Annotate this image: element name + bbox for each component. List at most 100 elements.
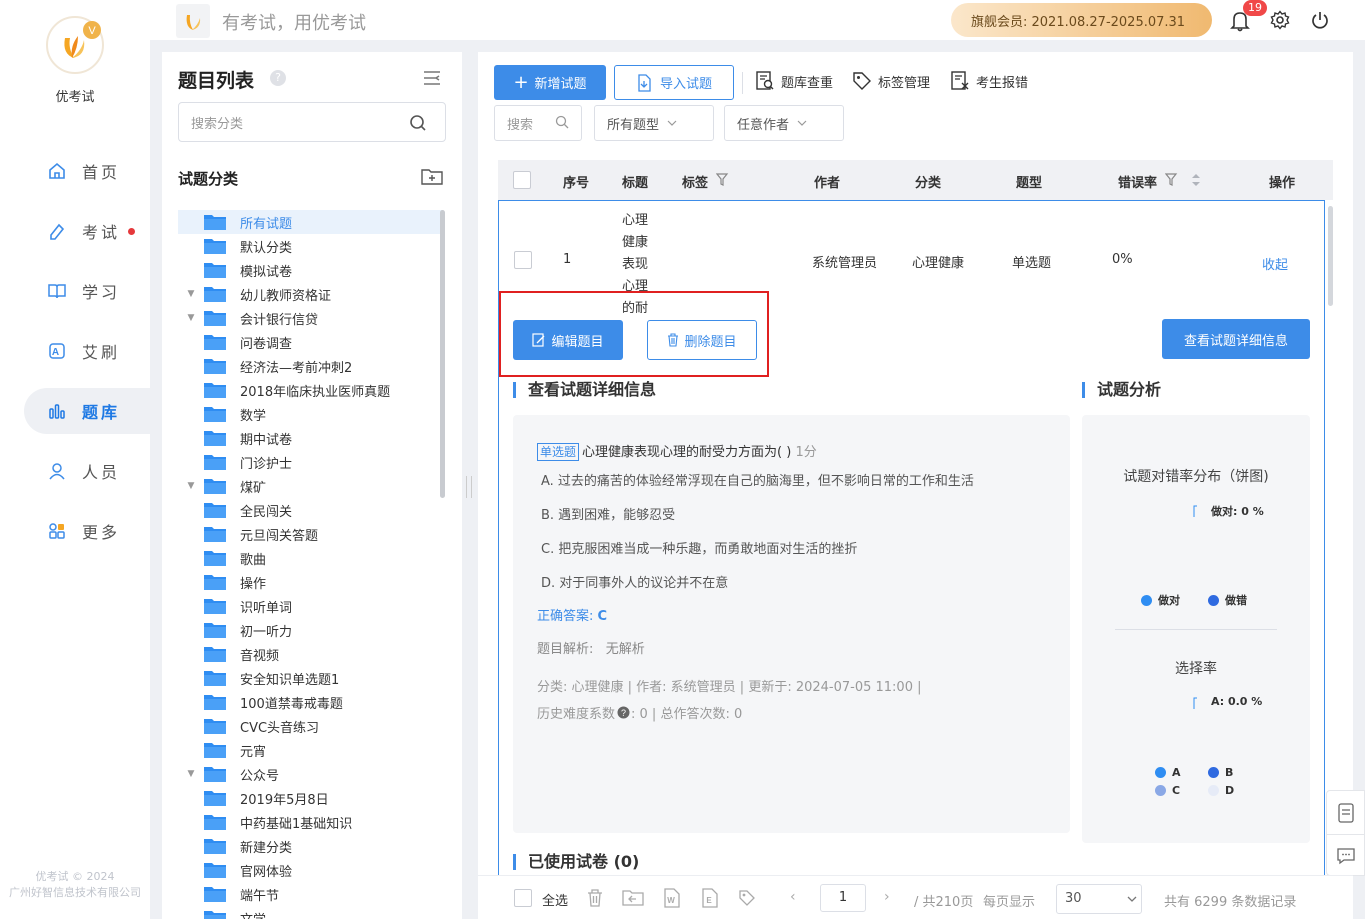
tree-scrollbar[interactable] bbox=[440, 210, 445, 498]
pie2-legend-d[interactable]: D bbox=[1208, 784, 1234, 797]
collapse-menu-icon[interactable] bbox=[422, 70, 442, 86]
nav-item-more[interactable]: 更多 bbox=[24, 508, 150, 554]
author-select[interactable]: 任意作者 bbox=[724, 105, 844, 141]
page-number-input[interactable]: 1 bbox=[820, 884, 866, 912]
main-scrollbar[interactable] bbox=[1328, 206, 1333, 306]
collapse-link[interactable]: 收起 bbox=[1262, 254, 1288, 273]
help-icon[interactable]: ? bbox=[270, 70, 286, 86]
batch-tag-icon[interactable] bbox=[737, 888, 757, 908]
caret-down-icon[interactable]: ▼ bbox=[184, 306, 198, 330]
pie2-legend-b[interactable]: B bbox=[1208, 766, 1233, 779]
caret-down-icon[interactable]: ▼ bbox=[184, 282, 198, 306]
tree-node[interactable]: 初一听力 bbox=[178, 618, 442, 642]
tree-node[interactable]: 全民闯关 bbox=[178, 498, 442, 522]
nav-item-exam[interactable]: 考试 bbox=[24, 208, 150, 254]
move-folder-icon[interactable] bbox=[622, 888, 644, 908]
tree-node[interactable]: 默认分类 bbox=[178, 234, 442, 258]
power-icon[interactable] bbox=[1310, 10, 1330, 30]
tree-node[interactable]: 模拟试卷 bbox=[178, 258, 442, 282]
pie1-legend-wrong[interactable]: 做错 bbox=[1208, 592, 1247, 608]
tree-node[interactable]: 识听单词 bbox=[178, 594, 442, 618]
export-excel-icon[interactable]: E bbox=[700, 888, 720, 908]
delete-question-button[interactable]: 删除题目 bbox=[647, 320, 757, 360]
next-page-icon[interactable]: › bbox=[884, 889, 890, 905]
add-question-button[interactable]: + 新增试题 bbox=[494, 65, 606, 100]
category-search-input[interactable]: 搜索分类 bbox=[178, 102, 446, 142]
tree-node[interactable]: 门诊护士 bbox=[178, 450, 442, 474]
nav-item-study[interactable]: 学习 bbox=[24, 268, 150, 314]
add-folder-icon[interactable] bbox=[421, 166, 443, 186]
view-detail-button[interactable]: 查看试题详细信息 bbox=[1162, 319, 1310, 359]
tree-node[interactable]: CVC头音练习 bbox=[178, 714, 442, 738]
tree-node[interactable]: 操作 bbox=[178, 570, 442, 594]
dup-check-icon bbox=[755, 71, 775, 91]
tree-node[interactable]: 问卷调查 bbox=[178, 330, 442, 354]
caret-down-icon[interactable]: ▼ bbox=[184, 762, 198, 786]
tree-node[interactable]: ▼ 会计银行信贷 bbox=[178, 306, 442, 330]
tree-node[interactable]: 文学 bbox=[178, 906, 442, 919]
tree-node[interactable]: 经济法—考前冲刺2 bbox=[178, 354, 442, 378]
prev-page-icon[interactable]: ‹ bbox=[790, 889, 796, 905]
toolbar-divider bbox=[742, 72, 743, 94]
document-icon[interactable] bbox=[1337, 803, 1355, 823]
pie2-legend-c[interactable]: C bbox=[1155, 784, 1180, 797]
tree-node[interactable]: 所有试题 bbox=[178, 210, 442, 234]
tree-node[interactable]: 中药基础1基础知识 bbox=[178, 810, 442, 834]
question-search-input[interactable]: 搜索 bbox=[494, 105, 582, 141]
tree-node[interactable]: 新建分类 bbox=[178, 834, 442, 858]
tree-node[interactable]: 安全知识单选题1 bbox=[178, 666, 442, 690]
tree-node[interactable]: 端午节 bbox=[178, 882, 442, 906]
question-circle-icon[interactable]: ? bbox=[617, 706, 630, 719]
select-all-checkbox[interactable] bbox=[514, 889, 532, 907]
home-icon bbox=[46, 160, 68, 182]
report-error-button[interactable]: 考生报错 bbox=[950, 71, 1028, 91]
nav-item-home[interactable]: 首页 bbox=[24, 148, 150, 194]
panel-resize-handle[interactable] bbox=[466, 476, 472, 498]
caret-down-icon[interactable]: ▼ bbox=[184, 474, 198, 498]
tree-node[interactable]: 2019年5月8日 bbox=[178, 786, 442, 810]
edit-question-button[interactable]: 编辑题目 bbox=[513, 320, 623, 360]
tree-node[interactable]: 数学 bbox=[178, 402, 442, 426]
pie2-legend-a[interactable]: A bbox=[1155, 766, 1181, 779]
pie1-legend-correct[interactable]: 做对 bbox=[1141, 592, 1180, 608]
per-page-select[interactable]: 30 bbox=[1056, 884, 1142, 914]
trash-icon[interactable] bbox=[585, 888, 605, 908]
select-all-label[interactable]: 全选 bbox=[542, 890, 568, 909]
tag-manage-button[interactable]: 标签管理 bbox=[852, 71, 930, 91]
tree-node[interactable]: 期中试卷 bbox=[178, 426, 442, 450]
tree-node[interactable]: 音视频 bbox=[178, 642, 442, 666]
tree-node[interactable]: ▼ 幼儿教师资格证 bbox=[178, 282, 442, 306]
app-logo[interactable]: V bbox=[46, 16, 104, 74]
filter-icon[interactable] bbox=[716, 173, 730, 187]
tree-node[interactable]: 2018年临床执业医师真题 bbox=[178, 378, 442, 402]
tree-node[interactable]: 100道禁毒戒毒题 bbox=[178, 690, 442, 714]
nav-item-users[interactable]: 人员 bbox=[24, 448, 150, 494]
import-question-button[interactable]: 导入试题 bbox=[614, 65, 734, 100]
tree-node[interactable]: 歌曲 bbox=[178, 546, 442, 570]
dup-check-button[interactable]: 题库查重 bbox=[755, 71, 833, 91]
gear-icon[interactable] bbox=[1270, 10, 1290, 30]
select-all-checkbox-header[interactable] bbox=[513, 171, 531, 189]
nav-item-question-bank[interactable]: 题库 bbox=[24, 388, 150, 434]
tree-node[interactable]: 元宵 bbox=[178, 738, 442, 762]
table-header: 序号 标题 标签 作者 分类 题型 错误率 操作 bbox=[498, 160, 1333, 200]
tree-node[interactable]: ▼ 煤矿 bbox=[178, 474, 442, 498]
export-word-icon[interactable]: W bbox=[662, 888, 682, 908]
tree-node[interactable]: 元旦闯关答题 bbox=[178, 522, 442, 546]
filter-icon[interactable] bbox=[1165, 173, 1179, 187]
search-icon[interactable] bbox=[408, 113, 428, 133]
chat-icon[interactable] bbox=[1337, 847, 1355, 865]
tree-node[interactable]: ▼ 公众号 bbox=[178, 762, 442, 786]
tree-node[interactable]: 官网体验 bbox=[178, 858, 442, 882]
svg-text:A: A bbox=[52, 347, 62, 358]
membership-badge[interactable]: 旗舰会员: 2021.08.27-2025.07.31 bbox=[951, 3, 1212, 37]
tree-node-label: 新建分类 bbox=[240, 840, 293, 856]
row-checkbox[interactable] bbox=[514, 251, 532, 269]
question-type-select[interactable]: 所有题型 bbox=[594, 105, 714, 141]
search-icon[interactable] bbox=[555, 115, 569, 129]
nav-item-practice[interactable]: A 艾刷 bbox=[24, 328, 150, 374]
sort-icon[interactable] bbox=[1191, 172, 1201, 188]
